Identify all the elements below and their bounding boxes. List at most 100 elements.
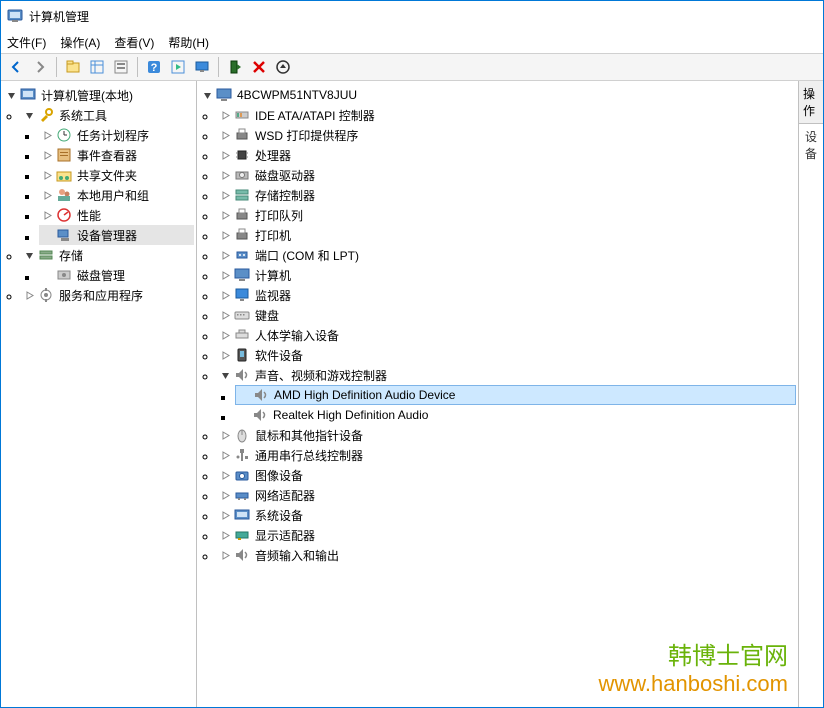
chevron-right-icon[interactable] (219, 149, 231, 161)
tree-services-apps[interactable]: 服务和应用程序 (21, 285, 194, 305)
chevron-down-icon[interactable] (23, 109, 35, 121)
tree-local-users[interactable]: 本地用户和组 (39, 185, 194, 205)
chevron-right-icon[interactable] (219, 529, 231, 541)
device-network[interactable]: 网络适配器 (217, 485, 796, 505)
chevron-right-icon[interactable] (219, 349, 231, 361)
device-label: 网络适配器 (253, 487, 317, 504)
printer-icon (234, 127, 250, 143)
device-keyboard[interactable]: 键盘 (217, 305, 796, 325)
chevron-right-icon[interactable] (219, 489, 231, 501)
chevron-right-icon[interactable] (219, 429, 231, 441)
actions-header: 操作 (799, 81, 823, 124)
device-ports[interactable]: 端口 (COM 和 LPT) (217, 245, 796, 265)
tree-shared-folders[interactable]: 共享文件夹 (39, 165, 194, 185)
device-disk-drive[interactable]: 磁盘驱动器 (217, 165, 796, 185)
chevron-down-icon[interactable] (201, 89, 213, 101)
device-cpu[interactable]: 处理器 (217, 145, 796, 165)
tree-system-tools[interactable]: 系统工具 (21, 105, 194, 125)
tb-icon-6[interactable] (224, 56, 246, 78)
chevron-right-icon[interactable] (219, 449, 231, 461)
tb-icon-7[interactable] (272, 56, 294, 78)
device-hid[interactable]: 人体学输入设备 (217, 325, 796, 345)
perf-icon (56, 207, 72, 223)
tree-performance[interactable]: 性能 (39, 205, 194, 225)
tb-icon-4[interactable] (167, 56, 189, 78)
chevron-right-icon[interactable] (219, 249, 231, 261)
chevron-right-icon[interactable] (219, 549, 231, 561)
tree-label: 计算机管理(本地) (39, 87, 135, 104)
tb-icon-5[interactable] (191, 56, 213, 78)
software-icon (234, 347, 250, 363)
device-print-queue[interactable]: 打印队列 (217, 205, 796, 225)
device-system-dev[interactable]: 系统设备 (217, 505, 796, 525)
chevron-right-icon[interactable] (219, 329, 231, 341)
chevron-right-icon[interactable] (41, 169, 53, 181)
chevron-right-icon[interactable] (219, 189, 231, 201)
device-sound-category[interactable]: 声音、视频和游戏控制器 (217, 365, 796, 385)
usb-icon (234, 447, 250, 463)
back-button[interactable] (5, 56, 27, 78)
speaker-icon (234, 367, 250, 383)
chevron-right-icon[interactable] (41, 209, 53, 221)
device-software[interactable]: 软件设备 (217, 345, 796, 365)
chevron-right-icon[interactable] (219, 229, 231, 241)
chevron-right-icon[interactable] (219, 469, 231, 481)
tb-delete[interactable] (248, 56, 270, 78)
device-storage-ctrl[interactable]: 存储控制器 (217, 185, 796, 205)
device-mouse[interactable]: 鼠标和其他指针设备 (217, 425, 796, 445)
menu-view[interactable]: 查看(V) (114, 34, 154, 51)
device-label: 系统设备 (253, 507, 305, 524)
menu-action[interactable]: 操作(A) (60, 34, 100, 51)
chevron-right-icon[interactable] (219, 129, 231, 141)
device-root[interactable]: 4BCWPM51NTV8JUU (199, 85, 796, 105)
tb-icon-2[interactable] (86, 56, 108, 78)
device-label: 打印队列 (253, 207, 305, 224)
svg-text:?: ? (151, 62, 158, 74)
chevron-right-icon[interactable] (41, 129, 53, 141)
tree-disk-mgmt[interactable]: 磁盘管理 (39, 265, 194, 285)
tb-icon-3[interactable] (110, 56, 132, 78)
chevron-down-icon[interactable] (23, 249, 35, 261)
chevron-right-icon[interactable] (41, 189, 53, 201)
chevron-right-icon[interactable] (219, 109, 231, 121)
menu-help[interactable]: 帮助(H) (168, 34, 209, 51)
device-wsd[interactable]: WSD 打印提供程序 (217, 125, 796, 145)
menu-file[interactable]: 文件(F) (7, 34, 46, 51)
actions-item[interactable]: 设备 (799, 124, 823, 166)
tb-icon-1[interactable] (62, 56, 84, 78)
device-ide[interactable]: IDE ATA/ATAPI 控制器 (217, 105, 796, 125)
tree-task-scheduler[interactable]: 任务计划程序 (39, 125, 194, 145)
chevron-right-icon[interactable] (219, 269, 231, 281)
chevron-right-icon[interactable] (219, 289, 231, 301)
toolbar: ? (1, 53, 823, 81)
device-imaging[interactable]: 图像设备 (217, 465, 796, 485)
folder-share-icon (56, 167, 72, 183)
device-audio-io[interactable]: 音频输入和输出 (217, 545, 796, 565)
device-sound-realtek[interactable]: Realtek High Definition Audio (235, 405, 796, 425)
chevron-down-icon[interactable] (219, 369, 231, 381)
tree-device-manager[interactable]: 设备管理器 (39, 225, 194, 245)
chevron-right-icon[interactable] (219, 309, 231, 321)
device-tree-pane: 4BCWPM51NTV8JUU IDE ATA/ATAPI 控制器 WSD 打印… (197, 81, 799, 707)
device-monitor[interactable]: 监视器 (217, 285, 796, 305)
tree-storage[interactable]: 存储 (21, 245, 194, 265)
chevron-right-icon[interactable] (219, 209, 231, 221)
device-computer-cat[interactable]: 计算机 (217, 265, 796, 285)
chevron-right-icon[interactable] (23, 289, 35, 301)
tree-event-viewer[interactable]: 事件查看器 (39, 145, 194, 165)
device-usb[interactable]: 通用串行总线控制器 (217, 445, 796, 465)
chevron-right-icon[interactable] (41, 149, 53, 161)
chevron-right-icon[interactable] (219, 509, 231, 521)
watermark-line1: 韩博士官网 (598, 636, 788, 671)
forward-button[interactable] (29, 56, 51, 78)
help-button[interactable]: ? (143, 56, 165, 78)
device-printer[interactable]: 打印机 (217, 225, 796, 245)
device-display[interactable]: 显示适配器 (217, 525, 796, 545)
tools-icon (38, 107, 54, 123)
chevron-down-icon[interactable] (5, 89, 17, 101)
chevron-right-icon[interactable] (219, 169, 231, 181)
device-sound-amd[interactable]: AMD High Definition Audio Device (235, 385, 796, 405)
tree-root[interactable]: 计算机管理(本地) (3, 85, 194, 105)
device-label: 4BCWPM51NTV8JUU (235, 88, 359, 102)
device-label: AMD High Definition Audio Device (272, 388, 457, 402)
